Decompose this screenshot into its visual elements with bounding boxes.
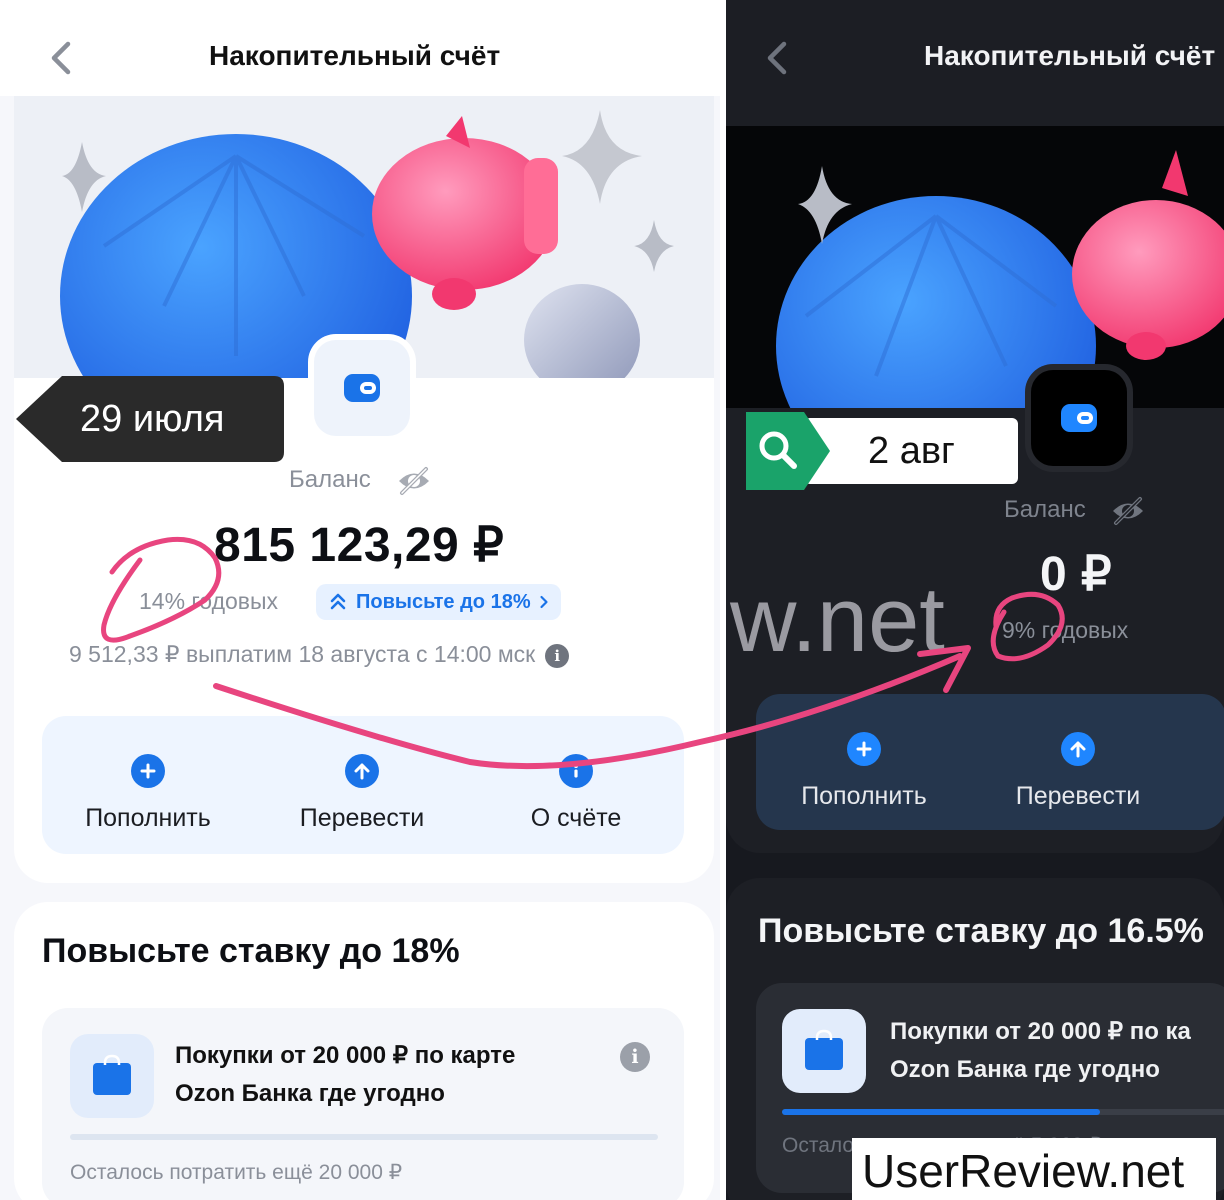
annotation-overlay — [101, 536, 1065, 770]
watermark: UserReview.net — [862, 1145, 1185, 1197]
circle-mark-left — [101, 536, 222, 643]
circle-mark-right — [990, 591, 1065, 662]
arrow-connector — [213, 653, 963, 770]
